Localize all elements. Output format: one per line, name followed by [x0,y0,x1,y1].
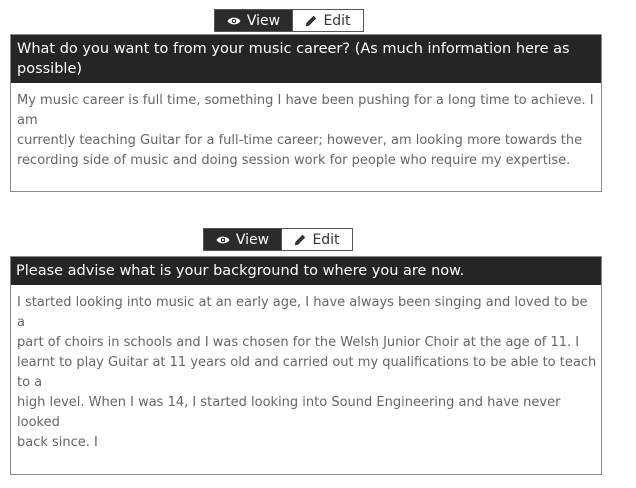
answer-line: a [17,315,25,330]
edit-button-2[interactable]: Edit [281,229,352,250]
view-edit-toggle-1: View Edit [214,9,364,32]
answer-line: My music career is full time, something … [17,93,594,108]
answer-line: to a [17,375,43,390]
pencil-icon [294,234,306,246]
view-button-2[interactable]: View [204,229,281,250]
question-heading-1: What do you want to from your music care… [11,35,601,83]
answer-text-1[interactable]: My music career is full time, something … [11,83,601,179]
answer-line: part of choirs in schools and I was chos… [17,335,580,350]
answer-line: currently teaching Guitar for a full-tim… [17,133,583,148]
answer-line: back since. I [17,435,98,450]
answer-line: I started looking into music at an early… [17,295,588,310]
edit-button-1[interactable]: Edit [292,10,363,31]
answer-text-2[interactable]: I started looking into music at an early… [11,285,601,461]
edit-label-1: Edit [323,12,351,29]
view-label-1: View [246,12,281,29]
question-line: possible) [17,61,83,77]
question-heading-2: Please advise what is your background to… [11,257,601,285]
question-panel-2: Please advise what is your background to… [10,256,602,475]
question-panel-1: What do you want to from your music care… [10,34,602,192]
answer-line: recording side of music and doing sessio… [17,153,571,168]
view-button-1[interactable]: View [215,10,292,31]
pencil-icon [305,15,317,27]
answer-line: learnt to play Guitar at 11 years old an… [17,355,597,370]
answer-line: high level. When I was 14, I started loo… [17,395,561,410]
view-edit-toggle-2: View Edit [203,228,353,251]
edit-label-2: Edit [312,231,340,248]
view-label-2: View [235,231,270,248]
answer-line: looked [17,415,60,430]
eye-icon [216,235,230,245]
eye-icon [227,16,241,26]
question-line: Please advise what is your background to… [16,263,465,279]
answer-line: am [17,113,38,128]
question-line: What do you want to from your music care… [17,41,570,57]
